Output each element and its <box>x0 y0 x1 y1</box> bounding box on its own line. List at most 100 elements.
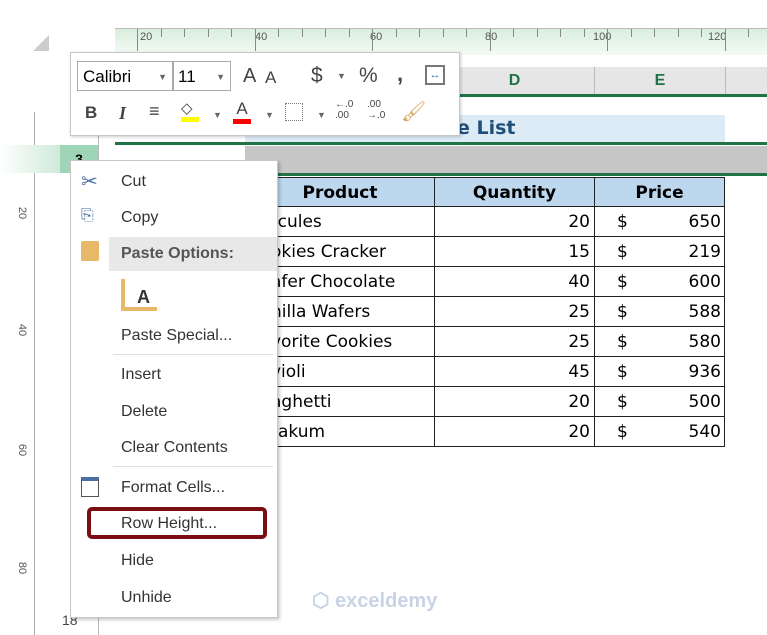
price-cell[interactable]: $580 <box>595 327 725 357</box>
ruler-tick <box>466 29 467 37</box>
price-cell[interactable]: $600 <box>595 267 725 297</box>
paste-options-label: Paste Options: <box>121 245 234 262</box>
context-menu: ✂ Cut ⎘ Copy Paste Options: A Paste Spec… <box>70 160 278 618</box>
ruler-tick <box>583 29 585 37</box>
copy-icon: ⎘ <box>81 207 94 224</box>
table-row: rcules 20 $650 <box>245 207 725 237</box>
menu-separator <box>113 466 273 467</box>
quantity-cell[interactable]: 20 <box>435 207 595 237</box>
ruler-tick <box>278 29 279 37</box>
ruler-tick <box>630 29 632 37</box>
menu-item-cut[interactable]: Cut <box>121 173 146 191</box>
menu-item-insert[interactable]: Insert <box>121 366 161 384</box>
quantity-cell[interactable]: 40 <box>435 267 595 297</box>
menu-item-copy[interactable]: Copy <box>121 209 158 227</box>
ruler-tick <box>489 29 491 51</box>
table-row: aghetti 20 $500 <box>245 387 725 417</box>
menu-item-delete[interactable]: Delete <box>121 403 167 421</box>
menu-item-unhide[interactable]: Unhide <box>121 589 172 607</box>
price-cell[interactable]: $650 <box>595 207 725 237</box>
ruler-label: 100 <box>593 31 612 43</box>
selected-row[interactable] <box>245 146 767 173</box>
font-size-select[interactable]: 11 ▼ <box>173 61 231 91</box>
format-cells-icon <box>81 477 99 497</box>
ruler-label: 80 <box>16 561 29 575</box>
quantity-cell[interactable]: 20 <box>435 417 595 447</box>
font-name-value: Calibri <box>83 67 132 86</box>
ruler-tick <box>395 29 397 37</box>
paste-icon <box>81 241 99 261</box>
italic-button[interactable]: I <box>119 103 126 124</box>
grow-font-button[interactable]: A <box>243 65 256 88</box>
ruler-label: 20 <box>140 31 153 43</box>
chevron-down-icon[interactable]: ▼ <box>317 110 326 120</box>
data-table: Product Quantity Price rcules 20 $650 okies… <box>245 177 725 447</box>
decrease-decimal-button[interactable]: .00 →.0 <box>367 99 391 121</box>
column-header-e[interactable]: E <box>595 67 726 94</box>
font-name-select[interactable]: Calibri ▼ <box>77 61 173 91</box>
price-cell[interactable]: $540 <box>595 417 725 447</box>
chevron-down-icon: ▼ <box>158 72 167 82</box>
column-header-f[interactable] <box>726 67 767 94</box>
select-all-corner[interactable] <box>33 35 49 51</box>
fill-color-icon[interactable]: ◇ <box>181 99 199 122</box>
format-cells-icon[interactable]: ↔ <box>425 65 445 85</box>
quantity-cell[interactable]: 20 <box>435 387 595 417</box>
price-cell[interactable]: $219 <box>595 237 725 267</box>
quantity-cell[interactable]: 25 <box>435 327 595 357</box>
percent-button[interactable]: % <box>359 64 378 88</box>
borders-icon[interactable] <box>285 103 303 121</box>
increase-decimal-button[interactable]: ←.0 .00 <box>335 99 359 121</box>
quantity-cell[interactable]: 25 <box>435 297 595 327</box>
paste-icon-button[interactable]: A <box>121 279 157 311</box>
bold-button[interactable]: B <box>85 103 97 123</box>
chevron-down-icon: ▼ <box>216 72 225 82</box>
ruler-tick <box>677 29 679 37</box>
price-value: 580 <box>688 332 721 352</box>
table-row: violi 45 $936 <box>245 357 725 387</box>
price-value: 650 <box>688 212 721 232</box>
comma-style-button[interactable]: , <box>397 61 403 87</box>
shrink-font-button[interactable]: A <box>265 68 276 88</box>
row-border-top <box>115 142 767 145</box>
mini-toolbar: Calibri ▼ 11 ▼ A A $ ▼ % , ↔ B I ≡ ◇ ▼ A ▼… <box>70 52 460 136</box>
table-row: rakum 20 $540 <box>245 417 725 447</box>
ruler-tick <box>137 29 138 51</box>
price-cell[interactable]: $588 <box>595 297 725 327</box>
ruler-tick <box>372 29 373 51</box>
header-price: Price <box>595 177 725 207</box>
quantity-cell[interactable]: 45 <box>435 357 595 387</box>
ruler-tick <box>184 29 185 37</box>
price-cell[interactable]: $500 <box>595 387 725 417</box>
price-value: 219 <box>688 242 721 262</box>
ruler-label: 40 <box>255 31 268 43</box>
ruler-tick <box>513 29 514 37</box>
ruler-tick <box>325 29 326 37</box>
chevron-down-icon[interactable]: ▼ <box>337 71 346 81</box>
price-value: 936 <box>688 362 721 382</box>
chevron-down-icon[interactable]: ▼ <box>213 110 222 120</box>
chevron-down-icon[interactable]: ▼ <box>265 110 274 120</box>
price-value: 600 <box>688 272 721 292</box>
ruler-tick <box>231 29 232 37</box>
ruler-highlight <box>0 145 60 173</box>
font-color-button[interactable]: A <box>233 99 251 124</box>
menu-item-paste-special[interactable]: Paste Special... <box>121 327 232 345</box>
currency-symbol: $ <box>617 392 628 412</box>
menu-item-clear-contents[interactable]: Clear Contents <box>121 439 228 457</box>
ruler-tick <box>301 29 303 37</box>
ruler-tick <box>254 29 256 51</box>
currency-button[interactable]: $ <box>311 64 323 88</box>
currency-symbol: $ <box>617 332 628 352</box>
ruler-tick <box>607 29 608 51</box>
menu-item-row-height[interactable]: Row Height... <box>121 515 217 533</box>
menu-item-hide[interactable]: Hide <box>121 552 154 570</box>
format-painter-icon[interactable]: 🖌 <box>401 99 426 124</box>
quantity-cell[interactable]: 15 <box>435 237 595 267</box>
price-cell[interactable]: $936 <box>595 357 725 387</box>
horizontal-ruler: 20 40 60 80 100 120 <box>115 28 767 55</box>
menu-item-format-cells[interactable]: Format Cells... <box>121 479 225 497</box>
currency-symbol: $ <box>617 242 628 262</box>
ruler-label: 40 <box>16 323 29 337</box>
align-center-icon[interactable]: ≡ <box>149 101 160 122</box>
